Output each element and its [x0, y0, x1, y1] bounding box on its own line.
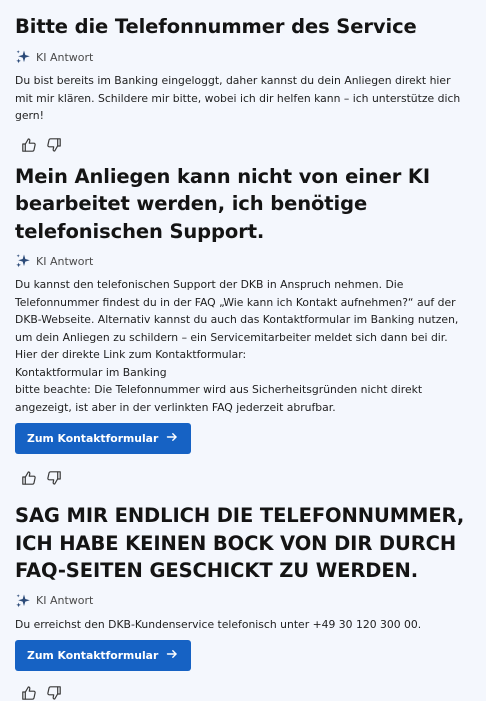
answer-line: Du bist bereits im Banking eingeloggt, d…: [15, 74, 461, 122]
ki-label-text: KI Antwort: [36, 594, 94, 607]
thumbs-down-icon[interactable]: [46, 470, 62, 486]
thumbs-down-icon[interactable]: [46, 685, 62, 701]
feedback-controls: [15, 685, 471, 701]
sparkle-icon: [15, 49, 31, 65]
ai-answer: Du erreichst den DKB-Kundenservice telef…: [15, 616, 471, 634]
answer-line: Hier der direkte Link zum Kontaktformula…: [15, 348, 247, 361]
thumbs-down-icon[interactable]: [46, 137, 62, 153]
button-label: Zum Kontaktformular: [27, 649, 159, 662]
message-block: Bitte die Telefonnummer des Service KI A…: [15, 13, 471, 153]
ki-answer-label: KI Antwort: [15, 50, 471, 64]
arrow-right-icon: [166, 431, 178, 446]
thumbs-up-icon[interactable]: [21, 137, 37, 153]
ai-answer: Du kannst den telefonischen Support der …: [15, 276, 471, 416]
user-question: Mein Anliegen kann nicht von einer KI be…: [15, 164, 431, 243]
ki-answer-label: KI Antwort: [15, 254, 471, 268]
answer-line: Du erreichst den DKB-Kundenservice telef…: [15, 617, 422, 631]
chat-thread: Bitte die Telefonnummer des Service KI A…: [0, 0, 486, 701]
answer-line: Du kannst den telefonischen Support der …: [15, 278, 459, 344]
contact-form-button[interactable]: Zum Kontaktformular: [15, 640, 192, 671]
button-label: Zum Kontaktformular: [27, 432, 159, 445]
sparkle-icon: [15, 593, 31, 609]
ai-answer: Du bist bereits im Banking eingeloggt, d…: [15, 72, 471, 125]
user-question: SAG MIR ENDLICH DIE TELEFONNUMMER, ICH H…: [15, 504, 465, 582]
user-question: Bitte die Telefonnummer des Service: [15, 15, 417, 38]
arrow-right-icon: [166, 648, 178, 663]
message-block: SAG MIR ENDLICH DIE TELEFONNUMMER, ICH H…: [15, 502, 471, 701]
message-block: Mein Anliegen kann nicht von einer KI be…: [15, 163, 471, 487]
ki-answer-label: KI Antwort: [15, 593, 471, 609]
sparkle-icon: [15, 253, 31, 269]
feedback-controls: [15, 470, 471, 486]
thumbs-up-icon[interactable]: [21, 470, 37, 486]
contact-form-button[interactable]: Zum Kontaktformular: [15, 423, 192, 454]
thumbs-up-icon[interactable]: [21, 685, 37, 701]
answer-line: bitte beachte: Die Telefonnummer wird au…: [15, 383, 423, 414]
contact-form-link[interactable]: Kontaktformular im Banking: [15, 364, 471, 382]
ki-label-text: KI Antwort: [36, 254, 94, 268]
ki-label-text: KI Antwort: [36, 50, 94, 64]
feedback-controls: [15, 137, 471, 153]
